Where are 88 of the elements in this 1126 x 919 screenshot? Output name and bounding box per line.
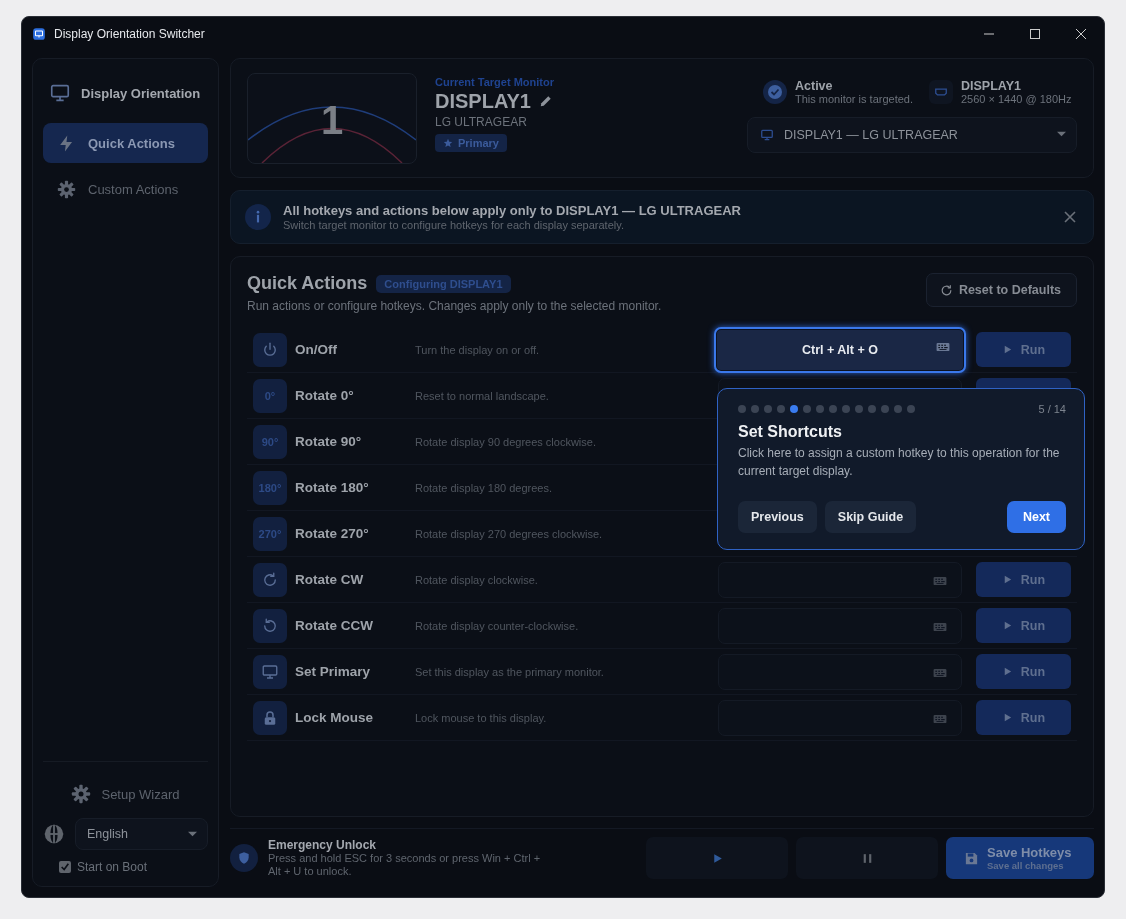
action-name: Rotate 90° bbox=[295, 434, 363, 449]
checkbox-label: Start on Boot bbox=[77, 860, 148, 874]
monitor-select[interactable]: DISPLAY1 — LG ULTRAGEAR bbox=[747, 116, 1077, 153]
action-name: Set Primary bbox=[295, 664, 372, 679]
close-icon bbox=[1063, 210, 1077, 224]
window-title: Display Orientation Switcher bbox=[54, 26, 206, 41]
nav-item[interactable]: Custom Actions bbox=[43, 169, 208, 209]
hotkey-field[interactable] bbox=[718, 607, 962, 644]
monitor-icon bbox=[261, 662, 279, 681]
hotkey-field[interactable] bbox=[718, 561, 962, 598]
save-button[interactable]: Save Hotkeys Save all changes bbox=[946, 837, 1094, 879]
action-description: Turn the display on or off. bbox=[415, 343, 541, 356]
next-button[interactable]: Next bbox=[1006, 501, 1066, 533]
action-name: Rotate CCW bbox=[295, 618, 374, 633]
check-icon bbox=[60, 862, 70, 872]
action-description: Set this display as the primary monitor. bbox=[415, 665, 605, 678]
monitor-icon bbox=[49, 82, 71, 104]
guide-title: Set Shortcuts bbox=[738, 423, 843, 441]
primary-badge: Primary bbox=[435, 133, 507, 152]
action-description: Reset to normal landscape. bbox=[415, 389, 550, 402]
action-name: Lock Mouse bbox=[295, 710, 374, 725]
pencil-icon bbox=[538, 94, 553, 108]
action-description: Rotate display counter-clockwise. bbox=[415, 619, 580, 632]
brand-title: Display Orientation bbox=[81, 85, 201, 101]
power-icon bbox=[261, 340, 279, 359]
run-button[interactable]: Run bbox=[976, 608, 1071, 643]
configuring-badge: Configuring DISPLAY1 bbox=[376, 274, 511, 293]
shield-icon bbox=[237, 851, 251, 865]
section-subtitle: Run actions or configure hotkeys. Changes apply only to the selected monitor. bbox=[247, 299, 662, 313]
close-icon bbox=[1076, 28, 1086, 39]
guide-button[interactable]: Skip Guide bbox=[824, 501, 917, 533]
action-name: Rotate 0° bbox=[295, 388, 355, 403]
nav-item[interactable]: Quick Actions bbox=[43, 123, 208, 163]
hotkey-field[interactable]: Ctrl + Alt + O bbox=[714, 326, 966, 373]
degree-label: 90° bbox=[261, 435, 279, 448]
app-icon bbox=[32, 26, 46, 41]
save-icon bbox=[964, 850, 979, 866]
banner-text: Switch target monitor to configure hotkeys for each display separately. bbox=[283, 219, 625, 231]
pause-button[interactable] bbox=[796, 837, 938, 879]
section-title: Quick Actions bbox=[247, 273, 368, 294]
hotkey-field[interactable] bbox=[718, 653, 962, 690]
status-text: This monitor is targeted. bbox=[795, 92, 913, 105]
action-name: On/Off bbox=[295, 342, 338, 357]
hotkey-field[interactable] bbox=[718, 699, 962, 736]
language-select[interactable]: English bbox=[75, 818, 208, 850]
run-button[interactable]: Run bbox=[976, 700, 1071, 735]
display-name: DISPLAY1 bbox=[961, 78, 1022, 93]
monitor-icon bbox=[760, 127, 774, 142]
guide-button[interactable]: Previous bbox=[738, 501, 817, 533]
action-name: Rotate 270° bbox=[295, 526, 370, 541]
gear-icon bbox=[57, 179, 76, 199]
start-button[interactable] bbox=[646, 837, 788, 879]
action-description: Lock mouse to this display. bbox=[415, 711, 548, 724]
globe-icon bbox=[43, 823, 65, 845]
action-name: Rotate CW bbox=[295, 572, 365, 587]
action-description: Rotate display clockwise. bbox=[415, 573, 539, 586]
checkbox[interactable] bbox=[59, 861, 71, 873]
caret-icon bbox=[1057, 130, 1066, 139]
action-description: Rotate display 90 degrees clockwise. bbox=[415, 435, 597, 448]
guide-text: Click here to assign a custom hotkey to this operation for the current target display. bbox=[738, 445, 1061, 480]
run-button[interactable]: Run bbox=[976, 654, 1071, 689]
monitor-name: DISPLAY1 bbox=[435, 89, 531, 113]
action-name: Rotate 180° bbox=[295, 480, 370, 495]
emergency-title: Emergency Unlock bbox=[268, 838, 378, 852]
display-mode: 2560 × 1440 @ 180Hz bbox=[961, 92, 1072, 105]
step-counter: 5 / 14 bbox=[1038, 403, 1066, 415]
status-title: Active bbox=[795, 78, 834, 93]
reset-button[interactable]: Reset to Defaults bbox=[925, 273, 1077, 307]
degree-label: 270° bbox=[258, 527, 282, 540]
info-icon bbox=[245, 204, 271, 230]
run-button[interactable]: Run bbox=[976, 332, 1071, 367]
maximize-icon bbox=[1030, 28, 1040, 39]
rotate-counterclockwise-icon bbox=[261, 616, 279, 635]
degree-label: 0° bbox=[264, 389, 276, 402]
degree-label: 180° bbox=[258, 481, 282, 494]
check-circle-icon bbox=[763, 79, 787, 104]
monitor-model: LG ULTRAGEAR bbox=[435, 114, 528, 129]
setup-wizard-button[interactable]: Setup Wizard bbox=[43, 778, 208, 810]
caption: Current Target Monitor bbox=[435, 75, 555, 88]
action-description: Rotate display 270 degrees clockwise. bbox=[415, 527, 604, 540]
caret-icon bbox=[188, 829, 197, 839]
emergency-text: Press and hold ESC for 3 seconds or press Win + Ctrl + Alt + U to unlock. bbox=[268, 852, 542, 878]
banner-title: All hotkeys and actions below apply only to DISPLAY1 — LG ULTRAGEAR bbox=[283, 203, 742, 218]
refresh-icon bbox=[939, 283, 953, 297]
rotate-clockwise-icon bbox=[261, 570, 279, 589]
star-icon bbox=[443, 137, 453, 148]
action-description: Rotate display 180 degrees. bbox=[415, 481, 553, 494]
run-button[interactable]: Run bbox=[976, 562, 1071, 597]
